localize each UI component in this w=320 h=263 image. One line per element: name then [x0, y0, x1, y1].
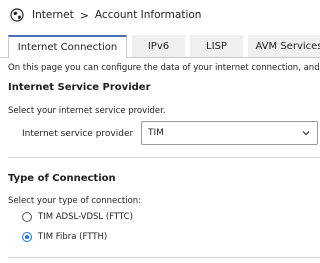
radio-option-adsl-vdsl[interactable]: TIM ADSL-VDSL (FTTC) [22, 212, 133, 222]
provider-select-value: TIM [148, 128, 164, 138]
radio-unselected-icon [22, 212, 32, 222]
radio-selected-icon [22, 232, 32, 242]
radio-label: TIM Fibra (FTTH) [38, 232, 108, 242]
section-divider [8, 257, 320, 258]
provider-prompt: Select your internet service provider. [8, 106, 166, 116]
chevron-down-icon [302, 131, 310, 136]
breadcrumb-separator: > [79, 8, 89, 22]
provider-field-label: Internet service provider [22, 129, 134, 139]
globe-icon [10, 8, 24, 22]
tab-label: LISP [206, 40, 227, 52]
connection-prompt: Select your type of connection: [8, 196, 142, 206]
breadcrumb-root[interactable]: Internet [32, 9, 74, 21]
radio-label: TIM ADSL-VDSL (FTTC) [38, 212, 133, 222]
breadcrumb: Internet > Account Information [10, 7, 201, 23]
provider-heading: Internet Service Provider [8, 82, 151, 93]
provider-select[interactable]: TIM [141, 121, 318, 145]
tab-ipv6[interactable]: IPv6 [132, 35, 185, 57]
connection-heading: Type of Connection [8, 173, 116, 184]
tab-label: Internet Connection [17, 42, 118, 53]
breadcrumb-current: Account Information [94, 9, 202, 21]
tab-avm-services[interactable]: AVM Services [248, 35, 320, 57]
tab-label: AVM Services [255, 40, 320, 52]
intro-text: On this page you can configure the data … [8, 63, 320, 73]
tab-label: IPv6 [147, 40, 170, 52]
section-divider [8, 157, 320, 158]
radio-option-fibra[interactable]: TIM Fibra (FTTH) [22, 232, 107, 242]
tab-lisp[interactable]: LISP [190, 35, 243, 57]
tab-bar: Internet Connection IPv6 LISP AVM Servic… [8, 35, 320, 58]
tab-internet-connection[interactable]: Internet Connection [8, 35, 127, 58]
